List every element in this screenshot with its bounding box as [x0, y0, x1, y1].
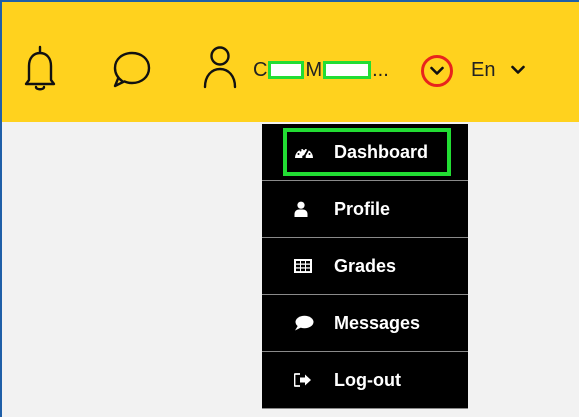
- table-icon: [294, 259, 316, 273]
- language-selector[interactable]: En: [471, 57, 526, 83]
- menu-item-label: Messages: [334, 312, 421, 333]
- speech-bubble-icon: [113, 51, 151, 88]
- menu-item-label: Grades: [334, 255, 397, 276]
- language-label: En: [471, 58, 496, 81]
- app-frame: C M ... En Dashboard Profile Grades Mess…: [0, 0, 579, 417]
- menu-item-dashboard[interactable]: Dashboard: [262, 124, 468, 181]
- redacted-first-name: [268, 61, 305, 79]
- user-name-first-initial: C: [253, 58, 268, 81]
- user-name-last-initial: M: [305, 58, 323, 81]
- notifications-button[interactable]: [20, 42, 60, 94]
- menu-item-profile[interactable]: Profile: [262, 181, 468, 238]
- top-navbar: C M ... En: [2, 2, 579, 122]
- menu-item-label: Log-out: [334, 369, 401, 390]
- user-name-ellipsis: ...: [372, 58, 389, 81]
- messages-button[interactable]: [106, 46, 156, 92]
- dashboard-icon: [294, 144, 316, 160]
- menu-item-label: Dashboard: [334, 141, 429, 162]
- sign-out-icon: [294, 373, 316, 387]
- comment-icon: [294, 315, 316, 331]
- menu-item-messages[interactable]: Messages: [262, 295, 468, 352]
- bell-icon: [24, 45, 56, 91]
- chevron-down-icon: [511, 65, 526, 75]
- menu-item-grades[interactable]: Grades: [262, 238, 468, 295]
- user-icon: [294, 201, 316, 217]
- menu-item-logout[interactable]: Log-out: [262, 352, 468, 409]
- redacted-last-name: [323, 61, 372, 79]
- user-dropdown-toggle[interactable]: [421, 55, 453, 87]
- menu-item-label: Profile: [334, 198, 391, 219]
- user-icon: [203, 46, 237, 89]
- user-menu-button[interactable]: [200, 42, 240, 92]
- user-dropdown-menu: Dashboard Profile Grades Messages Log-ou…: [262, 124, 468, 409]
- chevron-down-icon: [430, 66, 444, 75]
- user-name[interactable]: C M ...: [253, 57, 389, 83]
